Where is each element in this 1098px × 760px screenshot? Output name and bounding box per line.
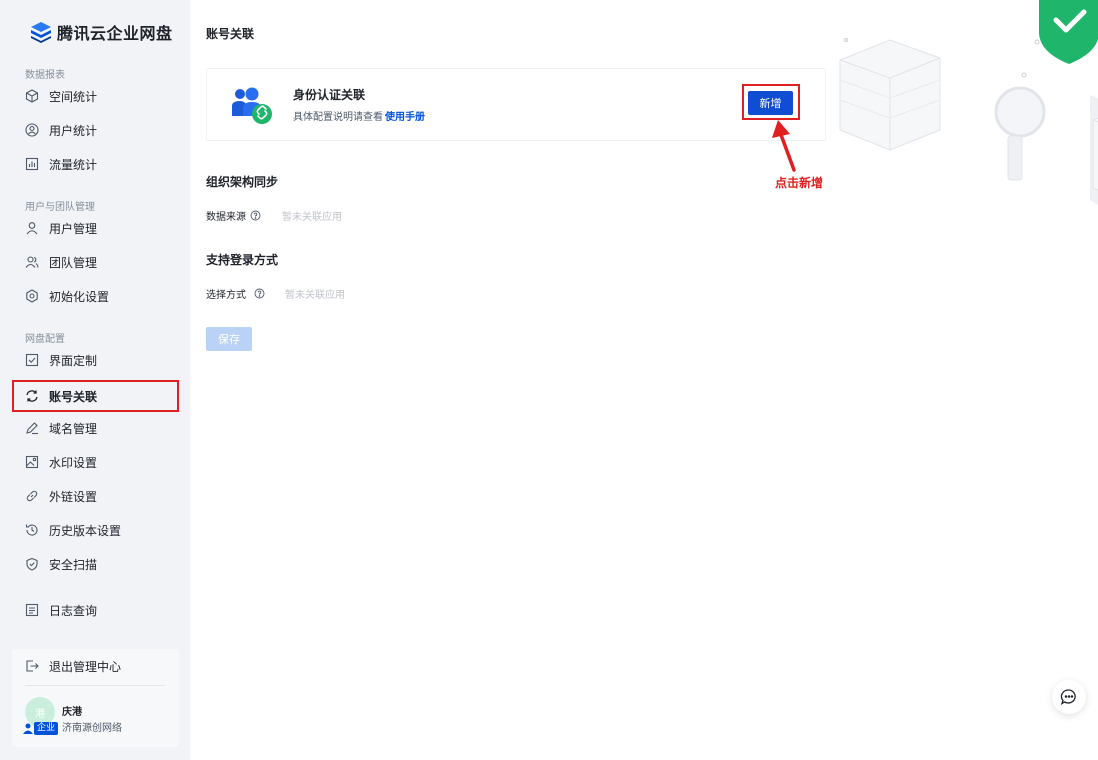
page-title: 账号关联 (206, 27, 255, 41)
data-source-label-text: 数据来源 (206, 212, 246, 223)
team-icon (25, 255, 39, 269)
login-method-label: 选择方式 (206, 286, 265, 301)
bar-chart-icon (25, 157, 39, 171)
user-card: 退出管理中心 港 企业 庆港 济南源创网络 (12, 649, 179, 747)
save-button[interactable]: 保存 (206, 327, 252, 351)
edit-icon (25, 421, 39, 435)
manual-link[interactable]: 使用手册 (385, 112, 425, 123)
sidebar-item-user-stats[interactable]: 用户统计 (12, 115, 179, 145)
sidebar-item-label: 用户统计 (49, 123, 98, 138)
sidebar-item-label: 空间统计 (49, 89, 98, 104)
auth-link-card: 身份认证关联 具体配置说明请查看 使用手册 (206, 68, 826, 141)
sidebar-item-init-settings[interactable]: 初始化设置 (12, 281, 179, 311)
login-method-label-text: 选择方式 (206, 290, 246, 301)
logo-icon (31, 22, 51, 43)
sidebar-item-label: 团队管理 (49, 255, 98, 270)
data-source-value: 暂未关联应用 (282, 212, 342, 223)
org-sync-title: 组织架构同步 (206, 175, 279, 189)
sidebar-item-traffic-stats[interactable]: 流量统计 (12, 149, 179, 179)
enterprise-icon (23, 723, 33, 734)
sidebar-item-history-version[interactable]: 历史版本设置 (12, 515, 179, 545)
sidebar-item-label: 水印设置 (49, 455, 98, 470)
logout-button[interactable]: 退出管理中心 (25, 654, 121, 678)
logout-label: 退出管理中心 (49, 659, 122, 674)
login-methods-title: 支持登录方式 (206, 253, 279, 267)
sidebar-item-label: 域名管理 (49, 421, 98, 436)
sidebar-item-log-query[interactable]: 日志查询 (12, 595, 179, 625)
data-source-label: 数据来源 (206, 208, 261, 223)
login-method-value: 暂未关联应用 (285, 290, 345, 301)
divider (25, 685, 165, 686)
user-icon (25, 221, 39, 235)
sidebar-item-label: 初始化设置 (49, 289, 110, 304)
sidebar-item-account-link[interactable]: 账号关联 (12, 380, 179, 412)
document-icon (25, 603, 39, 617)
sidebar-item-security-scan[interactable]: 安全扫描 (12, 549, 179, 579)
sidebar-item-team-management[interactable]: 团队管理 (12, 247, 179, 277)
group-title-drive-config: 网盘配置 (25, 334, 65, 345)
sidebar-item-label: 安全扫描 (49, 557, 98, 572)
shield-icon (25, 557, 39, 571)
sidebar-item-label: 历史版本设置 (49, 523, 122, 538)
cube-icon (25, 89, 39, 103)
group-title-reports: 数据报表 (25, 70, 65, 81)
link-icon (25, 489, 39, 503)
sidebar-item-ui-customization[interactable]: 界面定制 (12, 345, 179, 375)
app-logo[interactable]: 腾讯云企业网盘 (30, 20, 173, 44)
help-icon[interactable] (250, 210, 261, 221)
group-title-user-team: 用户与团队管理 (25, 202, 95, 213)
red-arrow (772, 120, 796, 172)
sidebar-item-label: 外链设置 (49, 489, 98, 504)
sidebar-item-label: 流量统计 (49, 157, 98, 172)
illustration (839, 0, 1098, 205)
sidebar-item-label: 界面定制 (49, 353, 98, 368)
help-icon[interactable] (254, 288, 265, 299)
user-circle-icon (25, 123, 39, 137)
enterprise-badge: 企业 (34, 722, 59, 735)
sync-icon (25, 389, 39, 403)
identity-link-icon (232, 87, 272, 124)
sidebar-item-watermark[interactable]: 水印设置 (12, 447, 179, 477)
auth-card-desc: 具体配置说明请查看 使用手册 (293, 108, 425, 123)
main-content: 账号关联 身份认证关联 具体配置说明请查看 使用手册 新增 点击新增 组织架构同… (190, 0, 1098, 760)
user-org: 济南源创网络 (62, 723, 122, 734)
sidebar-item-label: 日志查询 (49, 603, 98, 618)
check-square-icon (25, 353, 39, 367)
history-icon (25, 523, 39, 537)
image-icon (25, 455, 39, 469)
user-name: 庆港 (62, 707, 82, 718)
sidebar-item-label: 用户管理 (49, 221, 98, 236)
settings-icon (25, 289, 39, 303)
sidebar: 腾讯云企业网盘 数据报表 空间统计 用户统计 流量统计 用户与团队管理 用户管理… (0, 0, 190, 760)
app-name: 腾讯云企业网盘 (57, 24, 173, 43)
chat-button[interactable] (1052, 680, 1086, 714)
sidebar-item-domain-management[interactable]: 域名管理 (12, 413, 179, 443)
sidebar-item-external-link[interactable]: 外链设置 (12, 481, 179, 511)
auth-card-title: 身份认证关联 (293, 88, 366, 102)
sidebar-item-label: 账号关联 (49, 389, 98, 404)
annotation-text: 点击新增 (775, 176, 824, 190)
auth-desc-text: 具体配置说明请查看 (293, 112, 383, 123)
sidebar-item-user-management[interactable]: 用户管理 (12, 213, 179, 243)
logout-icon (25, 659, 39, 673)
add-button[interactable]: 新增 (748, 91, 793, 115)
chat-icon (1060, 689, 1076, 705)
sidebar-item-space-stats[interactable]: 空间统计 (12, 81, 179, 111)
